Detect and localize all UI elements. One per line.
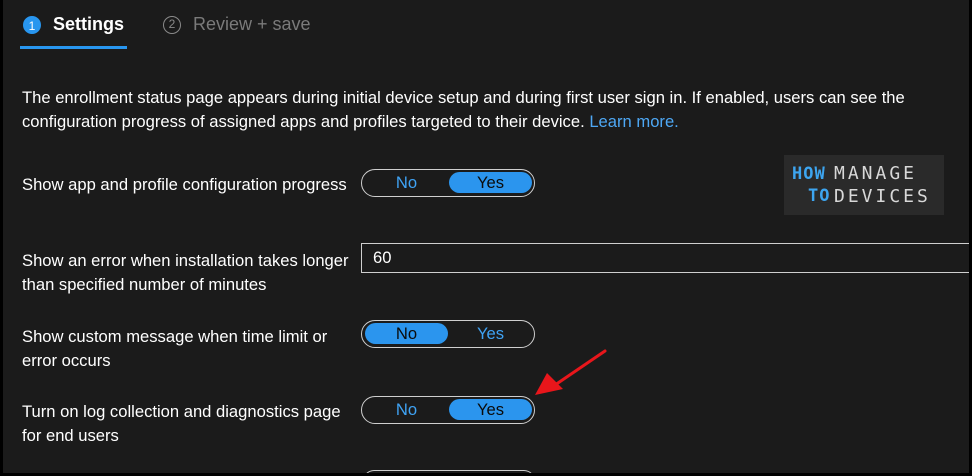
setting-label-error-timeout: Show an error when installation takes lo… — [22, 251, 349, 294]
logo-text: HOW — [792, 164, 826, 184]
step-number-badge: 2 — [163, 15, 181, 34]
toggle-option-yes[interactable]: Yes — [449, 172, 532, 193]
tab-settings-label: Settings — [53, 14, 125, 34]
toggle-option-no[interactable]: No — [365, 323, 448, 344]
show-progress-toggle[interactable]: No Yes — [361, 169, 535, 197]
custom-message-toggle[interactable]: No Yes — [361, 320, 535, 348]
next-setting-toggle-partial[interactable] — [363, 470, 535, 473]
toggle-option-yes[interactable]: Yes — [449, 323, 532, 344]
log-collection-toggle[interactable]: No Yes — [361, 396, 535, 424]
toggle-option-yes[interactable]: Yes — [449, 399, 532, 420]
tab-settings[interactable]: 1 Settings — [23, 14, 124, 35]
setting-label-custom-message: Show custom message when time limit or e… — [22, 327, 328, 370]
tab-review-save[interactable]: 2 Review + save — [163, 14, 311, 35]
setting-label-show-progress: Show app and profile configuration progr… — [22, 175, 347, 194]
active-tab-indicator — [20, 46, 127, 49]
logo-text: DEVICES — [834, 186, 931, 207]
description-text: The enrollment status page appears durin… — [22, 88, 905, 131]
toggle-option-no[interactable]: No — [365, 399, 448, 420]
howtomanagedevices-logo: HOW MANAGE TO DEVICES — [784, 155, 944, 215]
logo-text: MANAGE — [834, 163, 918, 184]
setting-label-log-collection: Turn on log collection and diagnostics p… — [22, 402, 341, 445]
timeout-minutes-input[interactable] — [361, 243, 969, 273]
tab-review-save-label: Review + save — [193, 14, 311, 34]
learn-more-link[interactable]: Learn more. — [589, 112, 678, 131]
logo-text: TO — [808, 186, 831, 206]
settings-panel: 1 Settings 2 Review + save The enrollmen… — [3, 0, 969, 473]
annotation-arrow-icon — [535, 349, 607, 395]
page-description: The enrollment status page appears durin… — [22, 86, 962, 134]
step-number-badge: 1 — [23, 15, 41, 34]
toggle-option-no[interactable]: No — [365, 172, 448, 193]
